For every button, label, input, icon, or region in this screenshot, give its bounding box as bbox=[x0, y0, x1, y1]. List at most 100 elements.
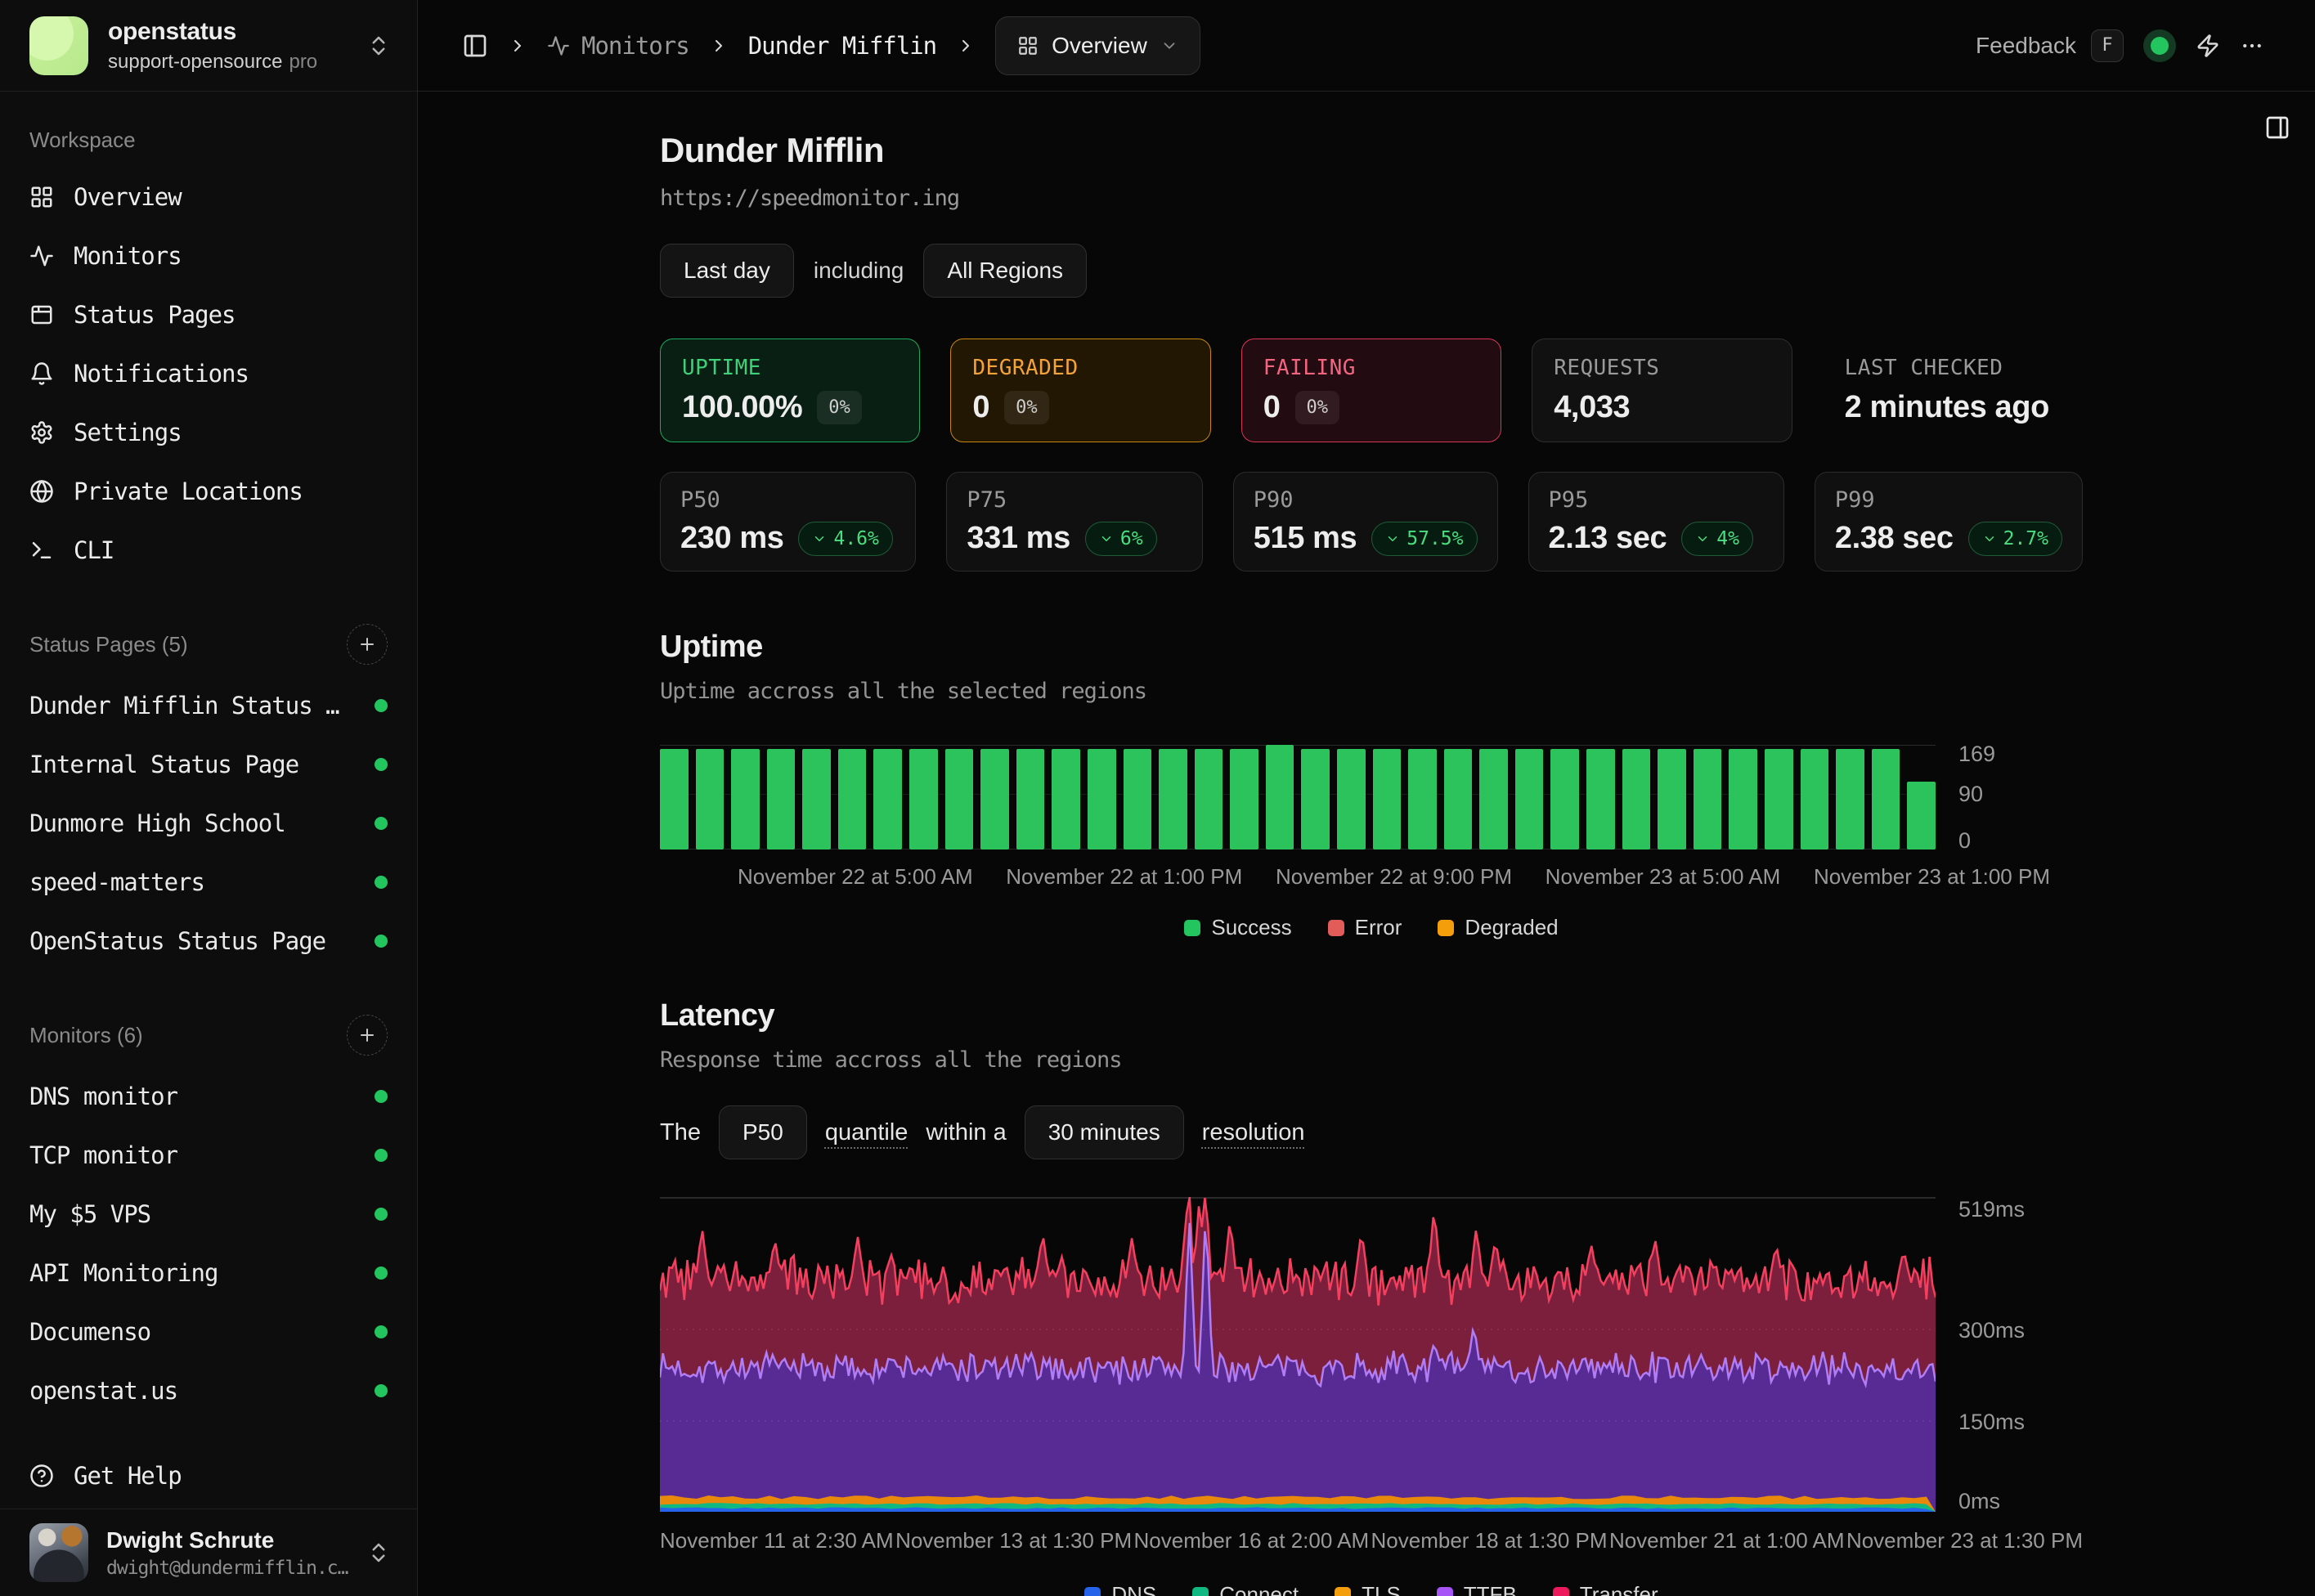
plus-icon bbox=[357, 634, 377, 654]
uptime-bar bbox=[1729, 749, 1757, 850]
resolution-word[interactable]: resolution bbox=[1202, 1119, 1305, 1146]
user-email: dwight@dundermifflin.c… bbox=[106, 1558, 348, 1579]
legend-item-connect: Connect bbox=[1192, 1582, 1299, 1596]
status-dot-green bbox=[375, 876, 388, 889]
system-status-indicator[interactable] bbox=[2143, 29, 2176, 62]
quantile-select-button[interactable]: P50 bbox=[719, 1105, 807, 1159]
x-tick-label: November 13 at 1:30 PM bbox=[895, 1528, 1132, 1553]
stat-card-value-row: 100.00%0% bbox=[682, 390, 898, 425]
get-help-item[interactable]: Get Help bbox=[29, 1446, 388, 1505]
stat-card-label: LAST CHECKED bbox=[1845, 356, 2061, 380]
legend-label: TTFB bbox=[1464, 1582, 1517, 1596]
quantile-word[interactable]: quantile bbox=[825, 1119, 909, 1146]
plus-icon bbox=[357, 1025, 377, 1045]
sidebar-item-notifications[interactable]: Notifications bbox=[29, 344, 388, 403]
status-pages-section-title: Status Pages (5) bbox=[29, 632, 188, 657]
y-tick-label: 519ms bbox=[1958, 1197, 2025, 1222]
uptime-bar bbox=[1408, 749, 1437, 850]
topbar: Monitors Dunder Mifflin Overview Feedbac… bbox=[418, 0, 2315, 92]
sidebar-item-cli[interactable]: CLI bbox=[29, 521, 388, 580]
add-status-page-button[interactable] bbox=[347, 624, 388, 665]
terminal-icon bbox=[29, 538, 54, 563]
sidebar-item-private-locations[interactable]: Private Locations bbox=[29, 462, 388, 521]
uptime-bar bbox=[1052, 749, 1080, 850]
period-select-button[interactable]: Last day bbox=[660, 244, 794, 298]
status-page-item-openstatus-status-page[interactable]: OpenStatus Status Page bbox=[29, 912, 388, 971]
status-dot-green bbox=[375, 758, 388, 771]
status-page-item-dunmore-high-school[interactable]: Dunmore High School bbox=[29, 794, 388, 853]
legend-item-dns: DNS bbox=[1084, 1582, 1156, 1596]
monitor-item-api-monitoring[interactable]: API Monitoring bbox=[29, 1244, 388, 1302]
chevron-down-icon bbox=[1695, 531, 1710, 546]
uptime-bar bbox=[873, 749, 902, 850]
transfer-swatch bbox=[1553, 1587, 1569, 1596]
resolution-select-button[interactable]: 30 minutes bbox=[1025, 1105, 1184, 1159]
uptime-bar bbox=[1586, 749, 1615, 850]
status-dot-green bbox=[375, 1266, 388, 1280]
regions-select-button[interactable]: All Regions bbox=[923, 244, 1087, 298]
sidebar-toggle-icon[interactable] bbox=[462, 33, 488, 59]
monitor-item-my-5-vps[interactable]: My $5 VPS bbox=[29, 1185, 388, 1244]
latency-legend: DNSConnectTLSTTFBTransfer bbox=[660, 1582, 2083, 1596]
stat-card-value-row: 00% bbox=[972, 390, 1188, 425]
connect-swatch bbox=[1192, 1587, 1209, 1596]
panel-right-toggle-icon[interactable] bbox=[2264, 114, 2290, 141]
stat-card-value: 4,033 bbox=[1554, 390, 1630, 425]
content: Dunder Mifflin https://speedmonitor.ing … bbox=[418, 92, 2315, 1596]
uptime-section-title: Uptime bbox=[660, 629, 2083, 665]
percentile-card-p75: P75331 ms6% bbox=[946, 472, 1202, 572]
view-switcher-button[interactable]: Overview bbox=[995, 16, 1200, 75]
status-dot-green bbox=[375, 1090, 388, 1103]
stat-card-degraded: DEGRADED00% bbox=[950, 338, 1210, 442]
percentile-value-row: 2.13 sec4% bbox=[1549, 521, 1764, 556]
sidebar-item-status-pages[interactable]: Status Pages bbox=[29, 285, 388, 344]
breadcrumb-monitors[interactable]: Monitors bbox=[547, 32, 689, 60]
monitor-item-dns-monitor[interactable]: DNS monitor bbox=[29, 1067, 388, 1126]
sidebar: openstatus support-opensourcepro Workspa… bbox=[0, 0, 418, 1596]
breadcrumb-current[interactable]: Dunder Mifflin bbox=[748, 32, 936, 60]
uptime-bar bbox=[909, 749, 938, 850]
sidebar-item-overview[interactable]: Overview bbox=[29, 168, 388, 226]
y-tick-label: 0 bbox=[1958, 828, 1971, 853]
panel-icon bbox=[29, 303, 54, 327]
monitor-item-label: TCP monitor bbox=[29, 1141, 177, 1169]
status-page-item-dunder-mifflin-status[interactable]: Dunder Mifflin Status … bbox=[29, 676, 388, 735]
legend-item-degraded: Degraded bbox=[1438, 915, 1558, 940]
status-dot-green bbox=[375, 1208, 388, 1221]
monitor-item-tcp-monitor[interactable]: TCP monitor bbox=[29, 1126, 388, 1185]
view-switcher-label: Overview bbox=[1052, 33, 1147, 59]
feedback-shortcut-key: F bbox=[2091, 29, 2124, 62]
stats-grid: UPTIME100.00%0%DEGRADED00%FAILING00%REQU… bbox=[660, 338, 2083, 442]
sidebar-item-settings[interactable]: Settings bbox=[29, 403, 388, 462]
uptime-bar bbox=[1195, 749, 1223, 850]
zap-icon[interactable] bbox=[2196, 34, 2220, 58]
uptime-bar bbox=[1016, 749, 1045, 850]
feedback-button[interactable]: Feedback bbox=[1976, 33, 2076, 59]
y-tick-label: 90 bbox=[1958, 782, 1983, 806]
legend-item-success: Success bbox=[1184, 915, 1291, 940]
tls-swatch bbox=[1335, 1587, 1351, 1596]
chevron-down-icon bbox=[1160, 37, 1178, 55]
chevrons-up-down-icon bbox=[366, 1540, 391, 1565]
status-pages-section: Status Pages (5) Dunder Mifflin Status …… bbox=[29, 624, 388, 971]
uptime-bar bbox=[1550, 749, 1579, 850]
activity-icon bbox=[547, 34, 570, 57]
stat-card-badge: 0% bbox=[817, 391, 862, 424]
workspace-switcher[interactable]: openstatus support-opensourcepro bbox=[0, 0, 417, 92]
status-dot-green bbox=[375, 1384, 388, 1397]
workspace-plan-tier: pro bbox=[289, 51, 317, 73]
status-page-item-internal-status-page[interactable]: Internal Status Page bbox=[29, 735, 388, 794]
sidebar-item-label: Notifications bbox=[74, 360, 249, 388]
ellipsis-menu-icon[interactable] bbox=[2240, 34, 2264, 58]
legend-label: Connect bbox=[1219, 1582, 1299, 1596]
status-page-item-speed-matters[interactable]: speed-matters bbox=[29, 853, 388, 912]
x-tick-label: November 21 at 1:00 AM bbox=[1609, 1528, 1845, 1553]
user-menu[interactable]: Dwight Schrute dwight@dundermifflin.c… bbox=[0, 1509, 417, 1596]
monitor-item-documenso[interactable]: Documenso bbox=[29, 1302, 388, 1361]
user-name: Dwight Schrute bbox=[106, 1527, 348, 1553]
uptime-legend: SuccessErrorDegraded bbox=[660, 915, 2083, 940]
monitor-item-openstat-us[interactable]: openstat.us bbox=[29, 1361, 388, 1420]
sidebar-item-monitors[interactable]: Monitors bbox=[29, 226, 388, 285]
workspace-plan: support-opensourcepro bbox=[108, 51, 317, 74]
add-monitor-button[interactable] bbox=[347, 1015, 388, 1056]
